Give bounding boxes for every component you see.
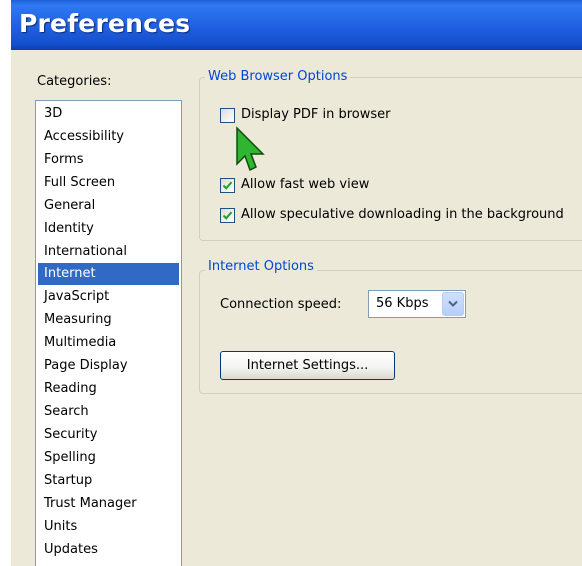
speculative-downloading-checkbox[interactable] xyxy=(220,208,235,223)
category-item[interactable]: Spelling xyxy=(38,447,179,469)
category-item[interactable]: Units xyxy=(38,516,179,538)
categories-list[interactable]: 3D Accessibility Forms Full Screen Gener… xyxy=(35,100,182,566)
internet-settings-button-label: Internet Settings... xyxy=(246,358,369,373)
category-item[interactable]: Accessibility xyxy=(38,126,179,148)
category-item[interactable]: 3D xyxy=(38,103,179,125)
category-item[interactable]: Forms xyxy=(38,149,179,171)
connection-speed-value: 56 Kbps xyxy=(376,296,429,311)
checkmark-icon xyxy=(222,211,233,220)
category-item[interactable]: Identity xyxy=(38,218,179,240)
dropdown-button[interactable] xyxy=(442,292,464,316)
category-item[interactable]: Startup xyxy=(38,470,179,492)
checkmark-icon xyxy=(222,181,233,190)
chevron-down-icon xyxy=(448,300,458,307)
category-item[interactable]: Updates xyxy=(38,539,179,561)
category-item-selected[interactable]: Internet xyxy=(38,263,179,285)
title-bar[interactable]: Preferences xyxy=(11,0,582,50)
category-item[interactable]: International xyxy=(38,241,179,263)
connection-speed-select[interactable]: 56 Kbps xyxy=(368,290,466,318)
category-item[interactable]: Trust Manager xyxy=(38,493,179,515)
preferences-window: Preferences Categories: 3D Accessibility… xyxy=(11,0,582,566)
web-browser-options-title: Web Browser Options xyxy=(205,69,351,85)
category-item[interactable]: Page Display xyxy=(38,355,179,377)
window-title: Preferences xyxy=(19,9,191,38)
category-item[interactable]: Security xyxy=(38,424,179,446)
categories-label: Categories: xyxy=(37,74,112,89)
fast-web-view-label[interactable]: Allow fast web view xyxy=(241,176,369,194)
speculative-downloading-label[interactable]: Allow speculative downloading in the bac… xyxy=(241,206,564,224)
category-item[interactable]: Measuring xyxy=(38,309,179,331)
display-pdf-label[interactable]: Display PDF in browser xyxy=(241,106,391,124)
category-item[interactable]: Multimedia xyxy=(38,332,179,354)
category-item[interactable]: Reading xyxy=(38,378,179,400)
category-item[interactable]: General xyxy=(38,195,179,217)
cursor-arrow-icon xyxy=(236,126,265,172)
connection-speed-label: Connection speed: xyxy=(220,297,342,312)
internet-options-title: Internet Options xyxy=(205,259,317,275)
display-pdf-checkbox[interactable] xyxy=(220,108,235,123)
category-item[interactable]: Search xyxy=(38,401,179,423)
category-item[interactable]: Full Screen xyxy=(38,172,179,194)
category-item[interactable]: JavaScript xyxy=(38,286,179,308)
internet-settings-button[interactable]: Internet Settings... xyxy=(220,351,395,380)
fast-web-view-checkbox[interactable] xyxy=(220,178,235,193)
